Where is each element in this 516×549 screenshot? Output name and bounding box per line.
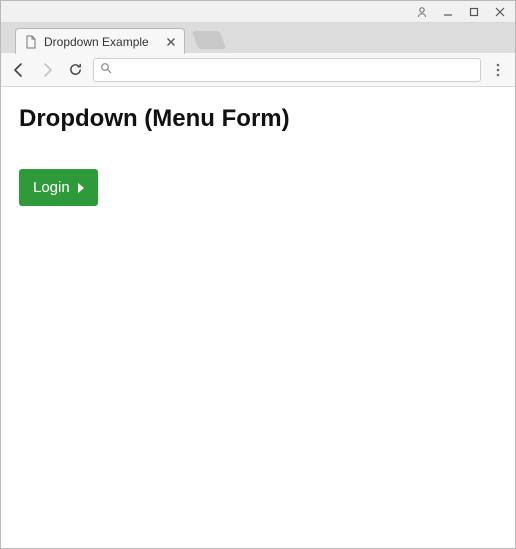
maximize-button[interactable]: [465, 5, 483, 19]
profile-icon[interactable]: [413, 5, 431, 19]
caret-right-icon: [78, 183, 84, 193]
address-bar[interactable]: [93, 58, 481, 82]
browser-toolbar: [1, 53, 515, 87]
reload-button[interactable]: [65, 60, 85, 80]
tab-title: Dropdown Example: [44, 35, 152, 49]
browser-menu-button[interactable]: [489, 60, 507, 80]
page-heading: Dropdown (Menu Form): [19, 105, 497, 133]
tab-strip: Dropdown Example: [1, 23, 515, 53]
search-icon: [100, 61, 112, 79]
page-content: Dropdown (Menu Form) Login: [1, 87, 515, 548]
browser-window: Dropdown Example Dropdown (Menu Form): [0, 0, 516, 549]
browser-tab[interactable]: Dropdown Example: [15, 28, 185, 54]
minimize-button[interactable]: [439, 5, 457, 19]
window-titlebar: [1, 1, 515, 23]
login-button-label: Login: [33, 179, 70, 196]
window-close-button[interactable]: [491, 5, 509, 19]
login-dropdown-button[interactable]: Login: [19, 169, 98, 206]
back-button[interactable]: [9, 60, 29, 80]
tab-close-button[interactable]: [166, 37, 176, 47]
address-input[interactable]: [118, 63, 474, 77]
new-tab-button[interactable]: [192, 31, 227, 49]
forward-button[interactable]: [37, 60, 57, 80]
file-icon: [24, 35, 38, 49]
